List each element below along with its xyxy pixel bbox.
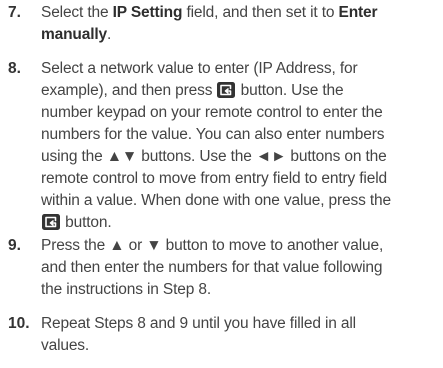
text-line: using the ▲▼ buttons. Use the ◄► buttons… bbox=[41, 146, 441, 168]
text-line: values. bbox=[41, 335, 441, 357]
step-text: Press the ▲ or ▼ button to move to anoth… bbox=[41, 235, 441, 301]
text-run: Select the bbox=[41, 4, 113, 21]
text-line: and then enter the numbers for that valu… bbox=[41, 257, 441, 279]
text-line: Select the IP Setting field, and then se… bbox=[41, 2, 441, 24]
enter-button-icon bbox=[42, 214, 60, 230]
bold-term: Enter bbox=[338, 4, 378, 21]
text-run: values. bbox=[41, 337, 90, 354]
text-line: number keypad on your remote control to … bbox=[41, 102, 441, 124]
step-text: Select a network value to enter (IP Addr… bbox=[41, 58, 441, 234]
bold-term: IP Setting bbox=[112, 4, 183, 21]
text-line: the instructions in Step 8. bbox=[41, 279, 441, 301]
enter-button-icon bbox=[217, 82, 236, 98]
text-run: button. bbox=[61, 214, 112, 231]
text-line: example), and then press button. Use the bbox=[41, 80, 441, 102]
text-line: Repeat Steps 8 and 9 until you have fill… bbox=[41, 313, 441, 335]
text-run: . bbox=[107, 26, 112, 43]
text-line: Press the ▲ or ▼ button to move to anoth… bbox=[41, 235, 441, 257]
step-number: 8. bbox=[8, 60, 21, 77]
text-run: and then enter the numbers for that valu… bbox=[41, 259, 383, 276]
text-run: within a value. When done with one value… bbox=[41, 192, 391, 209]
text-line: Select a network value to enter (IP Addr… bbox=[41, 58, 441, 80]
text-run: Repeat Steps 8 and 9 until you have fill… bbox=[41, 315, 356, 332]
text-run: field, and then set it to bbox=[182, 4, 339, 21]
text-run: example), and then press bbox=[41, 82, 217, 99]
text-line: remote control to move from entry field … bbox=[41, 168, 441, 190]
text-line: button. bbox=[41, 212, 441, 234]
bold-term: manually bbox=[41, 26, 107, 43]
step-number: 10. bbox=[8, 315, 30, 332]
text-run: number keypad on your remote control to … bbox=[41, 104, 383, 121]
text-run: remote control to move from entry field … bbox=[41, 170, 387, 187]
text-line: within a value. When done with one value… bbox=[41, 190, 441, 212]
text-run: the instructions in Step 8. bbox=[41, 281, 211, 298]
text-line: numbers for the value. You can also ente… bbox=[41, 124, 441, 146]
text-run: numbers for the value. You can also ente… bbox=[41, 126, 385, 143]
text-run: button. Use the bbox=[236, 82, 344, 99]
text-run: using the ▲▼ buttons. Use the ◄► buttons… bbox=[41, 148, 387, 165]
step-number: 7. bbox=[8, 4, 21, 21]
text-run: Press the ▲ or ▼ button to move to anoth… bbox=[41, 237, 384, 254]
step-number: 9. bbox=[8, 237, 21, 254]
text-line: manually. bbox=[41, 24, 441, 46]
step-text: Select the IP Setting field, and then se… bbox=[41, 2, 441, 46]
instruction-page: 7. Select the IP Setting field, and then… bbox=[0, 0, 443, 368]
text-run: Select a network value to enter (IP Addr… bbox=[41, 60, 358, 77]
step-text: Repeat Steps 8 and 9 until you have fill… bbox=[41, 313, 441, 357]
